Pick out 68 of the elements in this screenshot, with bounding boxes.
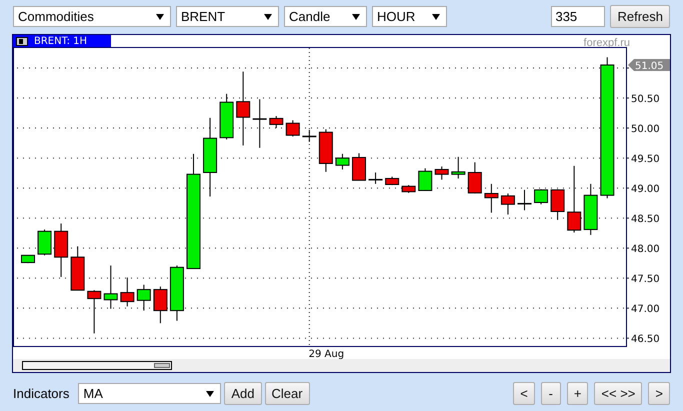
window-icon	[16, 36, 28, 46]
candlestick	[567, 165, 582, 234]
navigation-button[interactable]: +	[566, 382, 588, 405]
candlestick	[318, 128, 333, 172]
chart-tab[interactable]: BRENT: 1H	[13, 35, 111, 47]
indicator-dropdown[interactable]: MA	[78, 383, 222, 404]
price-label: 49.50	[631, 154, 660, 166]
navigation-button[interactable]: >	[648, 382, 670, 405]
candlestick	[70, 246, 85, 291]
price-label: 50.00	[631, 124, 660, 136]
candlestick	[302, 129, 316, 142]
scrollbar[interactable]	[22, 361, 172, 370]
candlestick	[220, 93, 234, 140]
price-label: 47.00	[631, 304, 660, 316]
candlestick	[21, 254, 35, 264]
dropdown[interactable]: HOUR	[372, 6, 447, 27]
candlestick	[38, 229, 52, 256]
caret-icon	[264, 14, 272, 20]
scroll-thumb[interactable]	[154, 363, 170, 368]
caret-icon	[206, 390, 214, 396]
price-label: 49.00	[631, 184, 660, 196]
candlestick	[352, 152, 366, 181]
dropdown[interactable]: BRENT	[176, 6, 279, 27]
candlestick	[153, 286, 168, 324]
bars-count-field[interactable]: 335	[551, 6, 606, 27]
candlestick	[87, 290, 102, 334]
candlestick	[534, 188, 548, 205]
navigation-button[interactable]: << >>	[594, 382, 642, 405]
candlestick	[136, 284, 151, 312]
refresh-button[interactable]: Refresh	[610, 5, 670, 28]
candlestick	[518, 189, 532, 211]
candlestick	[54, 223, 68, 278]
candlestick	[335, 153, 350, 170]
candlestick	[252, 98, 267, 148]
dropdown[interactable]: Commodities	[13, 6, 171, 27]
dropdown[interactable]: Candle	[284, 6, 367, 27]
candlestick	[120, 277, 134, 307]
candlestick	[418, 168, 432, 191]
candlestick	[385, 176, 400, 186]
caret-icon	[352, 14, 360, 20]
candlestick	[484, 183, 498, 214]
candlestick	[500, 193, 515, 215]
last-price-tag: 51.05	[628, 59, 670, 72]
price-label: 46.50	[631, 334, 660, 346]
candlestick	[550, 188, 565, 220]
candlestick	[451, 156, 466, 179]
indicator-button[interactable]: Clear	[264, 382, 310, 405]
source-label: forexpf.ru	[584, 37, 631, 49]
candlestick	[104, 265, 118, 310]
navigation-button[interactable]: -	[540, 382, 561, 405]
candlestick	[402, 184, 416, 194]
candlestick	[170, 265, 184, 322]
candlestick	[286, 120, 300, 137]
date-label: 29 Aug	[308, 349, 344, 359]
indicators-label: Indicators	[13, 386, 70, 401]
navigation-button[interactable]: <	[513, 382, 535, 405]
candlestick	[434, 166, 449, 180]
caret-icon	[156, 14, 164, 20]
price-label: 47.50	[631, 274, 660, 286]
caret-icon	[432, 14, 440, 20]
price-label: 50.50	[631, 94, 660, 106]
candlestick	[468, 162, 482, 194]
candlestick	[269, 116, 284, 129]
candlestick	[368, 172, 383, 184]
price-label: 48.50	[631, 214, 660, 226]
price-label: 48.00	[631, 244, 660, 256]
indicator-button[interactable]: Add	[224, 382, 262, 405]
candlestick	[584, 183, 598, 236]
